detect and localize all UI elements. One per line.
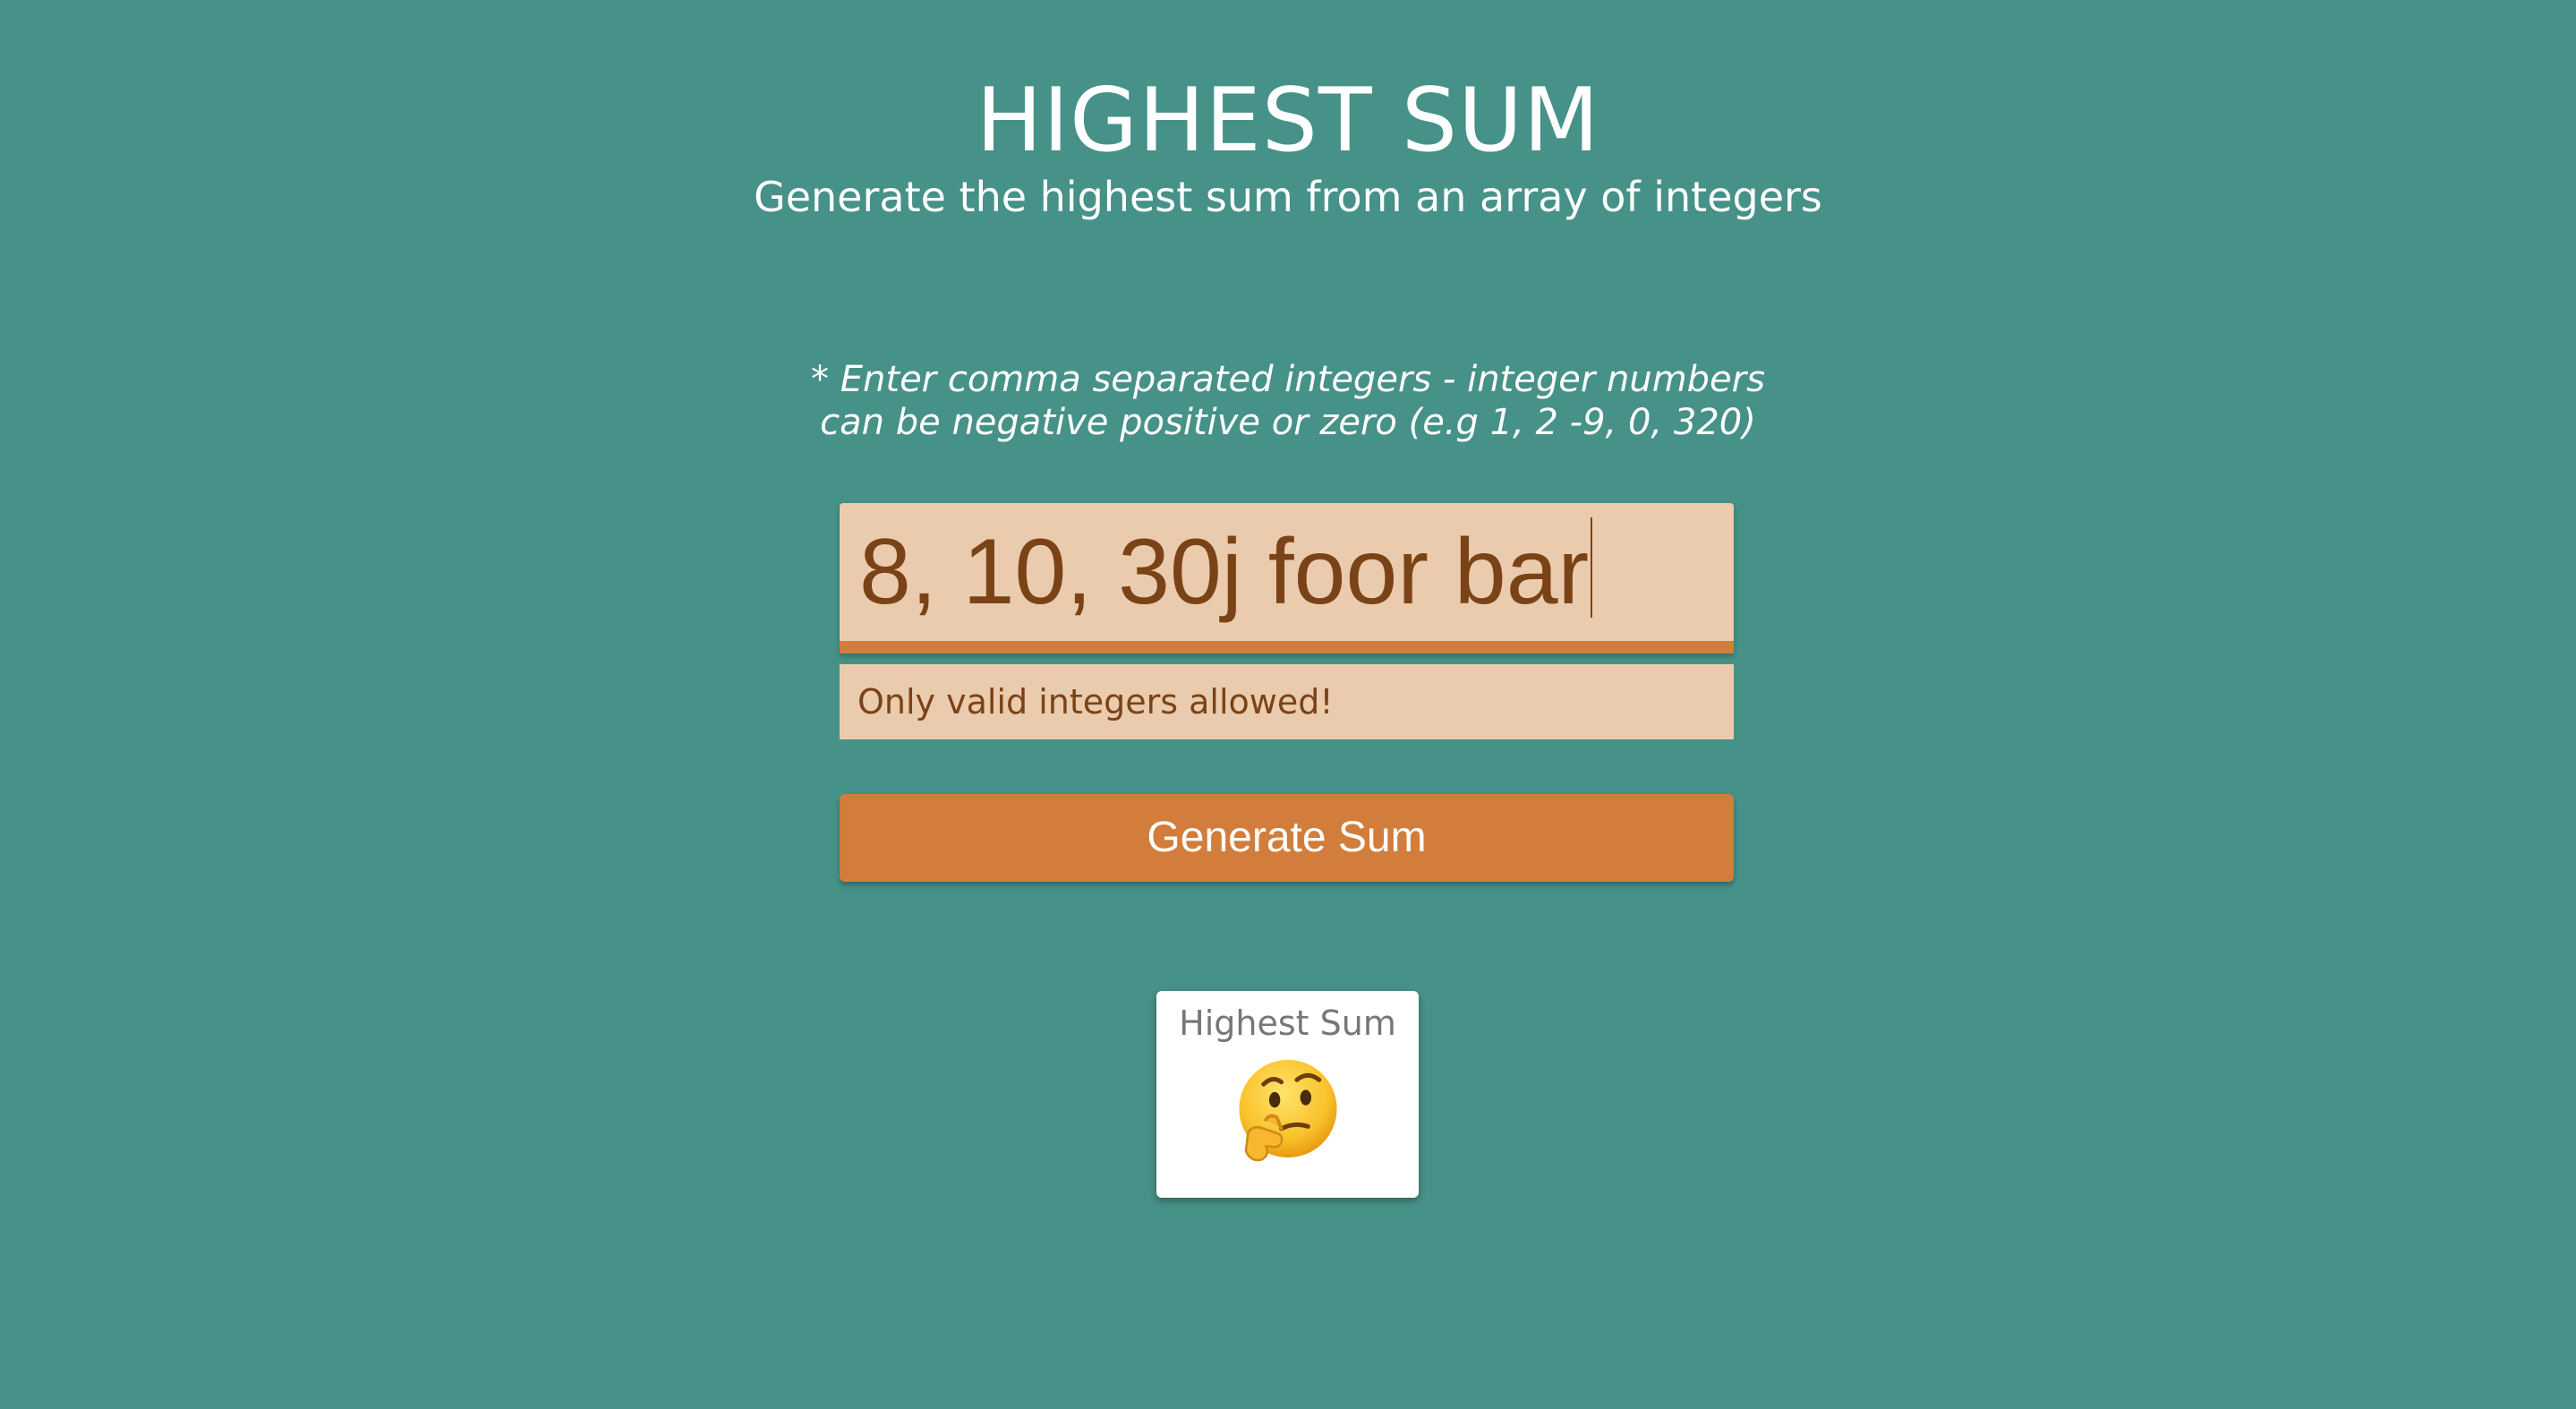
integers-input-wrapper: 8, 10, 30j foor bar	[840, 503, 1734, 653]
input-hint-line-1: * Enter comma separated integers - integ…	[811, 359, 1765, 400]
validation-error-message: Only valid integers allowed!	[840, 664, 1734, 739]
text-caret	[1591, 517, 1593, 618]
result-label: Highest Sum	[1179, 1003, 1396, 1043]
generate-sum-button[interactable]: Generate Sum	[840, 794, 1734, 882]
input-hint: * Enter comma separated integers - integ…	[796, 358, 1780, 444]
integers-input[interactable]: 8, 10, 30j foor bar	[840, 503, 1734, 641]
thinking-face-icon	[1239, 1059, 1337, 1162]
result-card: Highest Sum	[1156, 991, 1419, 1198]
page-title: HIGHEST SUM	[976, 70, 1600, 172]
input-hint-line-2: can be negative positive or zero (e.g 1,…	[820, 402, 1756, 443]
page-subtitle: Generate the highest sum from an array o…	[754, 173, 1822, 221]
integers-input-value: 8, 10, 30j foor bar	[859, 520, 1590, 624]
page-header: HIGHEST SUM Generate the highest sum fro…	[0, 72, 2576, 222]
